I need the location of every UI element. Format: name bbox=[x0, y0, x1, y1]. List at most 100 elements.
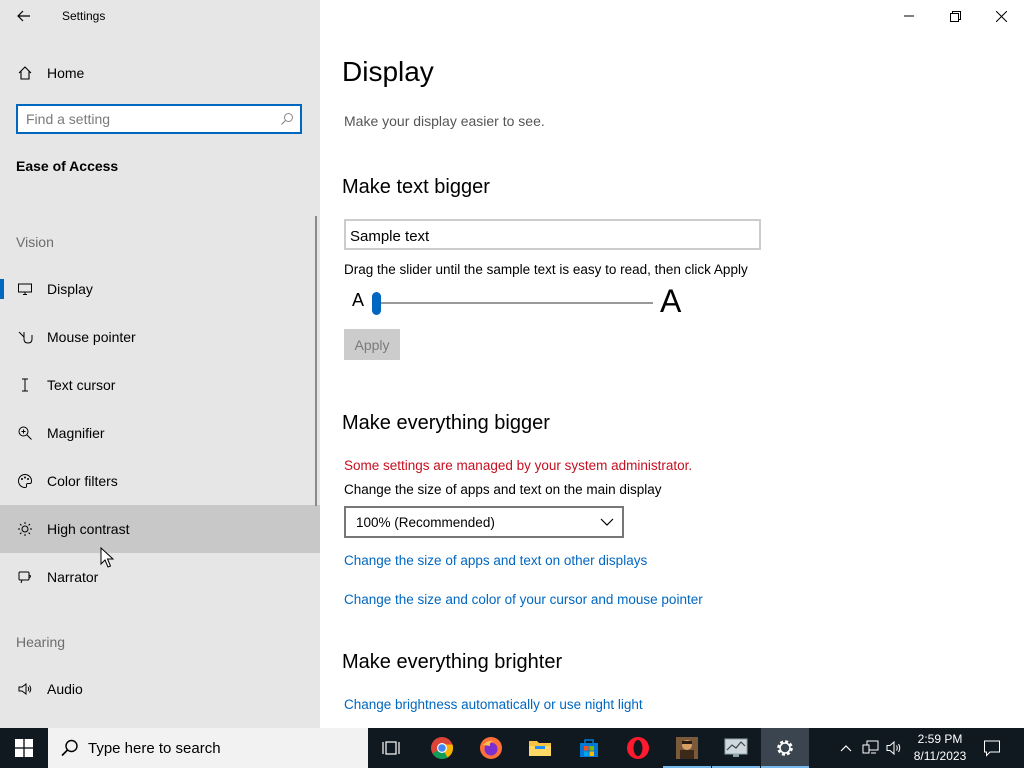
section-title: Ease of Access bbox=[16, 158, 119, 174]
taskbar-settings[interactable] bbox=[761, 728, 809, 768]
slider-instruction: Drag the slider until the sample text is… bbox=[344, 262, 748, 277]
minimize-button[interactable] bbox=[886, 0, 932, 32]
folder-icon bbox=[529, 741, 551, 756]
back-arrow-icon bbox=[17, 10, 30, 22]
minimize-icon bbox=[904, 15, 914, 17]
sidebar-item-label: Audio bbox=[47, 681, 83, 697]
search-icon bbox=[281, 113, 293, 125]
sidebar-item-narrator[interactable]: Narrator bbox=[0, 553, 320, 601]
link-cursor-pointer[interactable]: Change the size and color of your cursor… bbox=[344, 592, 703, 607]
volume-button[interactable] bbox=[884, 728, 906, 768]
close-button[interactable] bbox=[978, 0, 1024, 32]
game-app-icon bbox=[676, 737, 698, 759]
show-hidden-icons-button[interactable] bbox=[836, 728, 856, 768]
sidebar-item-label: Narrator bbox=[47, 569, 99, 585]
clock-time: 2:59 PM bbox=[917, 732, 963, 746]
link-other-displays[interactable]: Change the size of apps and text on othe… bbox=[344, 553, 647, 568]
firefox-icon bbox=[480, 737, 502, 759]
mouse-pointer-icon bbox=[16, 328, 34, 346]
task-view-button[interactable] bbox=[368, 728, 416, 768]
sidebar-item-magnifier[interactable]: Magnifier bbox=[0, 409, 320, 457]
scale-dropdown[interactable]: 100% (Recommended) bbox=[344, 506, 624, 538]
link-brightness-night-light[interactable]: Change brightness automatically or use n… bbox=[344, 697, 643, 712]
network-icon bbox=[862, 740, 879, 754]
text-size-slider-thumb[interactable] bbox=[372, 292, 381, 315]
sidebar-item-label: Magnifier bbox=[47, 425, 105, 441]
network-button[interactable] bbox=[860, 728, 882, 768]
scale-label: Change the size of apps and text on the … bbox=[344, 482, 662, 497]
back-button[interactable] bbox=[12, 6, 36, 26]
text-cursor-icon bbox=[16, 376, 34, 394]
sidebar-item-home[interactable]: Home bbox=[0, 56, 320, 90]
sidebar-item-mouse-pointer[interactable]: Mouse pointer bbox=[0, 313, 320, 361]
taskbar: Type here to search 2:59 PM 8/11/2023 bbox=[0, 728, 1024, 768]
narrator-icon bbox=[16, 568, 34, 586]
taskbar-game-app[interactable] bbox=[663, 728, 711, 768]
sidebar-item-label: Display bbox=[47, 281, 93, 297]
sun-icon bbox=[16, 520, 34, 538]
store-icon bbox=[580, 739, 598, 757]
sidebar-item-color-filters[interactable]: Color filters bbox=[0, 457, 320, 505]
sidebar-scrollbar[interactable] bbox=[315, 216, 317, 506]
slider-min-label: A bbox=[352, 290, 365, 310]
app-title: Settings bbox=[62, 9, 106, 23]
chevron-up-icon bbox=[840, 745, 852, 752]
windows-logo-icon bbox=[15, 739, 33, 757]
opera-icon bbox=[627, 737, 649, 759]
heading-make-text-bigger: Make text bigger bbox=[342, 176, 490, 198]
task-view-icon bbox=[382, 741, 400, 755]
taskbar-microsoft-store[interactable] bbox=[565, 728, 613, 768]
taskbar-file-explorer[interactable] bbox=[516, 728, 564, 768]
taskbar-monitor-app[interactable] bbox=[712, 728, 760, 768]
taskbar-search-placeholder: Type here to search bbox=[88, 740, 221, 757]
monitor-app-icon bbox=[724, 738, 748, 757]
group-label-hearing: Hearing bbox=[16, 634, 66, 650]
sample-text-preview: Sample text bbox=[344, 219, 761, 250]
find-setting-search[interactable] bbox=[16, 104, 302, 134]
sidebar-item-label: Mouse pointer bbox=[47, 329, 136, 345]
action-center-button[interactable] bbox=[978, 728, 1006, 768]
home-icon bbox=[16, 64, 34, 82]
text-size-slider-track[interactable] bbox=[376, 302, 653, 304]
restore-icon bbox=[949, 10, 961, 22]
sidebar-item-label: Text cursor bbox=[47, 377, 116, 393]
sidebar-item-high-contrast[interactable]: High contrast bbox=[0, 505, 320, 553]
heading-make-everything-bigger: Make everything bigger bbox=[342, 412, 550, 434]
main-content: Display Make your display easier to see.… bbox=[320, 0, 1024, 728]
taskbar-chrome[interactable] bbox=[418, 728, 466, 768]
settings-sidebar: Settings Home Ease of Access Vision Disp… bbox=[0, 0, 320, 728]
search-icon bbox=[61, 739, 78, 757]
slider-max-label: A bbox=[660, 283, 682, 319]
clock-date: 8/11/2023 bbox=[913, 749, 967, 763]
find-setting-input[interactable] bbox=[26, 110, 266, 128]
taskbar-search-box[interactable]: Type here to search bbox=[48, 728, 368, 768]
sidebar-item-display[interactable]: Display bbox=[0, 265, 320, 313]
taskbar-clock[interactable]: 2:59 PM 8/11/2023 bbox=[908, 731, 972, 765]
sidebar-item-label: High contrast bbox=[47, 521, 130, 537]
admin-warning: Some settings are managed by your system… bbox=[344, 458, 693, 473]
notification-icon bbox=[984, 740, 1000, 757]
taskbar-opera[interactable] bbox=[614, 728, 662, 768]
sidebar-item-text-cursor[interactable]: Text cursor bbox=[0, 361, 320, 409]
start-button[interactable] bbox=[0, 728, 48, 768]
page-title: Display bbox=[342, 56, 434, 87]
speaker-icon bbox=[16, 680, 34, 698]
palette-icon bbox=[16, 472, 34, 490]
group-label-vision: Vision bbox=[16, 234, 54, 250]
page-subtitle: Make your display easier to see. bbox=[344, 113, 545, 129]
chevron-down-icon bbox=[600, 518, 614, 526]
close-icon bbox=[995, 10, 1007, 22]
scale-dropdown-value: 100% (Recommended) bbox=[356, 515, 495, 530]
apply-button[interactable]: Apply bbox=[344, 329, 400, 360]
sidebar-item-label: Home bbox=[47, 65, 85, 81]
sidebar-item-label: Color filters bbox=[47, 473, 118, 489]
heading-make-everything-brighter: Make everything brighter bbox=[342, 651, 563, 673]
gear-icon bbox=[777, 740, 793, 756]
display-icon bbox=[16, 280, 34, 298]
taskbar-firefox[interactable] bbox=[467, 728, 515, 768]
speaker-icon bbox=[886, 740, 901, 756]
sidebar-item-audio[interactable]: Audio bbox=[0, 665, 320, 713]
mouse-cursor-icon bbox=[100, 547, 114, 568]
restore-button[interactable] bbox=[932, 0, 978, 32]
chrome-icon bbox=[431, 737, 454, 759]
